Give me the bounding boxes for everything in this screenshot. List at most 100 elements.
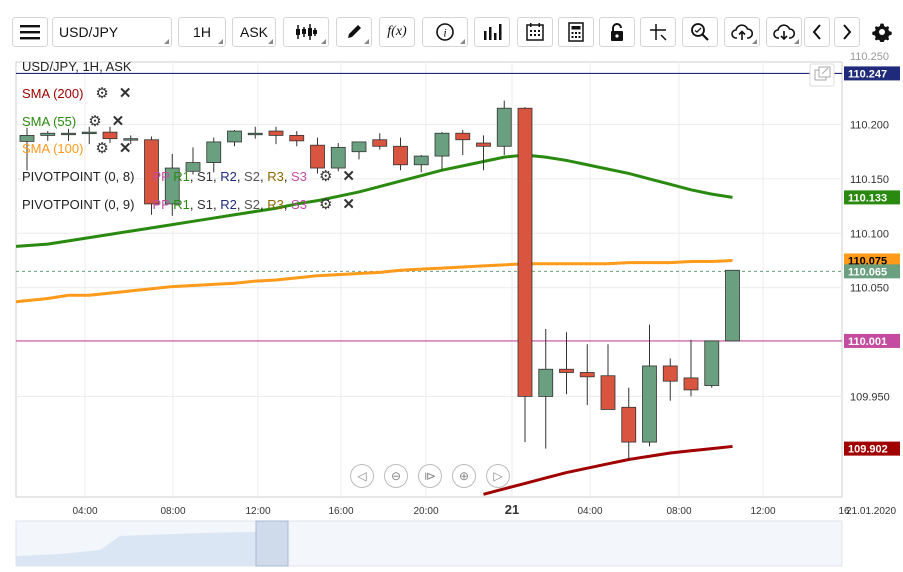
price-tick-label: 110.050 <box>850 283 889 295</box>
time-axis[interactable]: 04:00 08:00 12:00 16:00 20:00 21 04:00 08:00 12:… <box>72 502 896 517</box>
candle-body <box>102 131 118 140</box>
candle-body <box>621 406 637 443</box>
candle-body <box>455 132 471 141</box>
gear-icon[interactable]: ⚙ <box>95 139 108 157</box>
zoom-out-button[interactable]: ⊖ <box>384 464 408 488</box>
candle-body <box>579 372 595 378</box>
legend-sma200[interactable]: SMA (200) ⚙ ✕ <box>22 84 131 102</box>
expand-chart-button[interactable] <box>809 63 835 87</box>
close-icon[interactable]: ✕ <box>342 167 355 185</box>
pan-right-button[interactable]: ▷ <box>486 464 510 488</box>
price-tick-label: 110.150 <box>850 174 889 186</box>
gear-icon[interactable]: ⚙ <box>88 112 101 130</box>
legend-header-text: USD/JPY, 1H, ASK <box>22 59 132 74</box>
s3-label: S3 <box>291 168 307 184</box>
time-tick-label: 21 <box>505 502 519 517</box>
price-marker[interactable]: 109.902 <box>844 441 900 456</box>
candle-body <box>662 365 678 382</box>
candle-body <box>538 368 554 397</box>
candle[interactable] <box>725 269 740 342</box>
price-marker-label: 110.247 <box>848 68 887 80</box>
r1-label: R1 <box>173 196 190 212</box>
s2-label: S2 <box>244 196 260 212</box>
gear-icon[interactable]: ⚙ <box>319 167 332 185</box>
r2-label: R2 <box>220 168 237 184</box>
candle-body <box>725 269 740 342</box>
sma100-label: SMA (100) <box>22 140 84 156</box>
candle-body <box>600 375 616 410</box>
time-tick-label: 12:00 <box>245 506 270 517</box>
r1-label: R1 <box>173 168 190 184</box>
pp-components: PP R1, S1, R2, S2, R3, S3 <box>152 196 307 212</box>
s3-label: S3 <box>291 196 307 212</box>
close-icon[interactable]: ✕ <box>112 112 125 130</box>
time-tick-label: 12:00 <box>750 506 775 517</box>
close-icon[interactable]: ✕ <box>119 84 132 102</box>
candle-body <box>310 144 325 169</box>
price-tick-label: 110.250 <box>850 51 889 63</box>
date-label: 21.01.2020 <box>846 506 896 517</box>
candle-body <box>330 146 346 169</box>
zoom-out-icon: ⊖ <box>390 469 402 483</box>
legend-sma55[interactable]: SMA (55) ⚙ ✕ <box>22 112 124 130</box>
price-tick-label: 110.200 <box>850 120 889 132</box>
time-tick-label: 04:00 <box>577 506 602 517</box>
candle-body <box>496 107 512 147</box>
candle-body <box>704 340 720 386</box>
price-axis[interactable]: 110.200 110.150 110.100 110.050 109.950 110.2… <box>844 51 900 456</box>
candle-body <box>393 145 408 166</box>
time-tick-label: 08:00 <box>666 506 691 517</box>
candle-body <box>351 141 367 153</box>
zoom-in-button[interactable]: ⊕ <box>452 464 476 488</box>
legend-header: USD/JPY, 1H, ASK <box>22 59 132 74</box>
gear-icon[interactable]: ⚙ <box>319 195 332 213</box>
navigator-window-handle[interactable] <box>255 520 289 567</box>
candle-body <box>434 132 450 157</box>
candle[interactable] <box>517 107 533 443</box>
reset-view-button[interactable]: ⧐ <box>418 464 442 488</box>
triangle-left-icon: ◁ <box>357 469 367 483</box>
candle-body <box>413 155 429 166</box>
candle-body <box>476 142 491 147</box>
price-marker[interactable]: 110.133 <box>844 190 900 205</box>
pp-components: PP R1, S1, R2, S2, R3, S3 <box>152 168 307 184</box>
price-marker[interactable]: 110.247 <box>844 66 900 81</box>
time-tick-label: 16:00 <box>328 506 353 517</box>
time-tick-label: 08:00 <box>160 506 185 517</box>
close-icon[interactable]: ✕ <box>119 139 132 157</box>
price-marker-label: 110.133 <box>848 192 887 204</box>
legend-pivot-1[interactable]: PIVOTPOINT (0, 8) PP R1, S1, R2, S2, R3,… <box>22 167 355 185</box>
price-marker[interactable]: 110.001 <box>844 333 900 348</box>
close-icon[interactable]: ✕ <box>342 195 355 213</box>
candle-body <box>642 365 657 443</box>
price-chart[interactable]: 110.200 110.150 110.100 110.050 109.950 110.2… <box>0 0 903 572</box>
candle-body <box>683 377 699 391</box>
candle[interactable] <box>704 340 720 388</box>
candle-body <box>559 368 574 373</box>
s1-label: S1 <box>197 196 213 212</box>
r3-label: R3 <box>267 196 284 212</box>
legend-sma100[interactable]: SMA (100) ⚙ ✕ <box>22 139 131 157</box>
s2-label: S2 <box>244 168 260 184</box>
r3-label: R3 <box>267 168 284 184</box>
price-marker[interactable]: 110.065 <box>844 264 900 279</box>
gear-icon[interactable]: ⚙ <box>95 84 108 102</box>
price-marker-label: 110.065 <box>848 266 887 278</box>
candle-body <box>268 130 284 136</box>
pp-label: PP <box>152 196 170 212</box>
price-marker-label: 109.902 <box>848 444 888 456</box>
price-marker-label: 110.001 <box>848 336 887 348</box>
zoom-in-icon: ⊕ <box>458 469 470 483</box>
pivot1-label: PIVOTPOINT (0, 8) <box>22 168 135 184</box>
candle-body <box>61 132 76 136</box>
sma200-label: SMA (200) <box>22 85 84 101</box>
pan-left-button[interactable]: ◁ <box>350 464 374 488</box>
plot-area[interactable] <box>15 61 843 498</box>
reset-view-icon: ⧐ <box>424 469 436 483</box>
candle-body <box>372 139 388 147</box>
legend-pivot-2[interactable]: PIVOTPOINT (0, 9) PP R1, S1, R2, S2, R3,… <box>22 195 355 213</box>
price-tick-label: 109.950 <box>850 391 890 403</box>
candle-body <box>247 132 263 136</box>
candle-body <box>81 131 97 135</box>
r2-label: R2 <box>220 196 237 212</box>
